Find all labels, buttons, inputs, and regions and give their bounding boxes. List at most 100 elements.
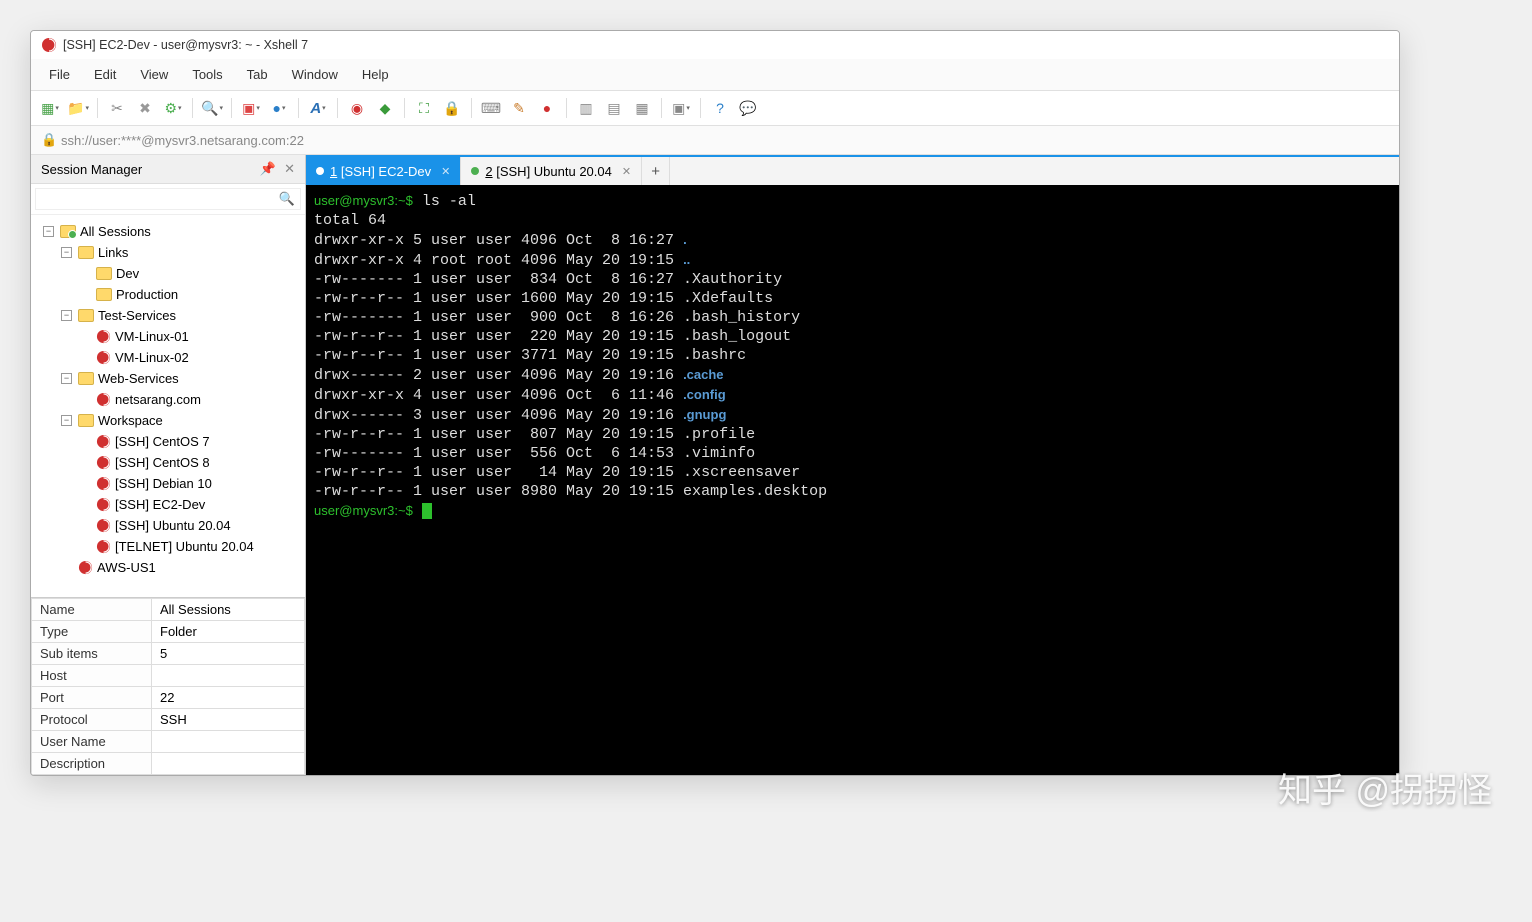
xftp-icon[interactable]: ◆: [374, 97, 396, 119]
tree-session[interactable]: [SSH] Debian 10: [77, 473, 301, 494]
help-icon[interactable]: ?: [709, 97, 731, 119]
menu-view[interactable]: View: [130, 63, 178, 86]
toolbar: ▦▾ 📁▾ ✂ ✖ ⚙▾ 🔍▾ ▣▾ ●▾ A▾ ◉ ◆ ⛶ 🔒 ⌨ ✎ ● ▥ ▤ ▦ ▣▾? 💬: [31, 91, 1399, 126]
tab-label: 1 [SSH] EC2-Dev: [330, 164, 431, 179]
cascade-icon[interactable]: ▦: [631, 97, 653, 119]
close-tab-icon[interactable]: ✕: [622, 165, 631, 178]
tree-folder[interactable]: Production: [77, 284, 301, 305]
tree-session[interactable]: AWS-US1: [59, 557, 301, 578]
session-icon: [96, 329, 111, 344]
tree-session[interactable]: netsarang.com: [77, 389, 301, 410]
tree-folder[interactable]: − Links: [59, 242, 301, 263]
prop-value: 5: [152, 643, 305, 665]
titlebar[interactable]: [SSH] EC2-Dev - user@mysvr3: ~ - Xshell …: [31, 31, 1399, 59]
session-tab[interactable]: 1 [SSH] EC2-Dev ✕: [306, 157, 461, 185]
toolbar-separator: [661, 98, 662, 118]
disconnect-icon[interactable]: ✖: [134, 97, 156, 119]
gear-icon[interactable]: ⚙▾: [162, 97, 184, 119]
server-icon[interactable]: ▣▾: [240, 97, 262, 119]
font-icon[interactable]: A▾: [307, 97, 329, 119]
open-folder-icon[interactable]: 📁▾: [67, 97, 89, 119]
collapse-icon[interactable]: −: [61, 247, 72, 258]
tree-folder[interactable]: Dev: [77, 263, 301, 284]
keyboard-icon[interactable]: ⌨: [480, 97, 502, 119]
tile-h-icon[interactable]: ▥: [575, 97, 597, 119]
tree-label: netsarang.com: [115, 389, 201, 410]
tree-label: Web-Services: [98, 368, 179, 389]
session-tab[interactable]: 2 [SSH] Ubuntu 20.04✕: [461, 157, 642, 185]
menu-edit[interactable]: Edit: [84, 63, 126, 86]
prop-key: Host: [32, 665, 152, 687]
folder-icon: [78, 309, 94, 322]
tree-folder[interactable]: − Web-Services: [59, 368, 301, 389]
close-tab-icon[interactable]: ✕: [441, 165, 450, 178]
tree-session[interactable]: [SSH] Ubuntu 20.04: [77, 515, 301, 536]
address-text: ssh://user:****@mysvr3.netsarang.com:22: [61, 133, 304, 148]
link-icon[interactable]: ✂: [106, 97, 128, 119]
prop-value: 22: [152, 687, 305, 709]
prop-key: Sub items: [32, 643, 152, 665]
tree-label: Test-Services: [98, 305, 176, 326]
toolbar-separator: [471, 98, 472, 118]
folder-icon: [78, 414, 94, 427]
session-icon: [96, 476, 111, 491]
menu-help[interactable]: Help: [352, 63, 399, 86]
add-tab-button[interactable]: +: [642, 157, 670, 185]
tree-label: [SSH] Debian 10: [115, 473, 212, 494]
tree-session[interactable]: VM-Linux-01: [77, 326, 301, 347]
close-panel-icon[interactable]: ✕: [284, 161, 295, 177]
menu-file[interactable]: File: [39, 63, 80, 86]
session-icon: [96, 350, 111, 365]
session-icon: [96, 455, 111, 470]
tree-label: [SSH] Ubuntu 20.04: [115, 515, 231, 536]
search-input[interactable]: [35, 188, 301, 210]
arrange-icon[interactable]: ▣▾: [670, 97, 692, 119]
prop-key: Port: [32, 687, 152, 709]
tab-bar: 1 [SSH] EC2-Dev✕2 [SSH] Ubuntu 20.04✕+: [306, 157, 1399, 185]
menu-tools[interactable]: Tools: [182, 63, 232, 86]
lock-icon[interactable]: 🔒: [441, 97, 463, 119]
feedback-icon[interactable]: 💬: [737, 97, 759, 119]
fullscreen-icon[interactable]: ⛶: [413, 97, 435, 119]
tree-session[interactable]: [SSH] CentOS 8: [77, 452, 301, 473]
record-icon[interactable]: ●: [536, 97, 558, 119]
toolbar-separator: [192, 98, 193, 118]
collapse-icon[interactable]: −: [43, 226, 54, 237]
collapse-icon[interactable]: −: [61, 415, 72, 426]
tree-session[interactable]: [SSH] EC2-Dev: [77, 494, 301, 515]
highlighter-icon[interactable]: ✎: [508, 97, 530, 119]
folder-icon: [96, 267, 112, 280]
tree-label: All Sessions: [80, 221, 151, 242]
status-dot-icon: [316, 167, 324, 175]
tree-session[interactable]: VM-Linux-02: [77, 347, 301, 368]
tile-v-icon[interactable]: ▤: [603, 97, 625, 119]
right-pane: 1 [SSH] EC2-Dev✕2 [SSH] Ubuntu 20.04✕+ u…: [306, 155, 1399, 775]
terminal-output[interactable]: user@mysvr3:~$ ls -al total 64 drwxr-xr-…: [306, 185, 1399, 775]
prop-key: Type: [32, 621, 152, 643]
menu-window[interactable]: Window: [282, 63, 348, 86]
app-icon: [41, 37, 57, 53]
tree-session[interactable]: [SSH] CentOS 7: [77, 431, 301, 452]
address-bar[interactable]: 🔒 ssh://user:****@mysvr3.netsarang.com:2…: [31, 126, 1399, 155]
tree-root-node[interactable]: − All Sessions: [41, 221, 301, 242]
lock-icon: 🔒: [41, 132, 55, 148]
search-icon: 🔍: [279, 191, 295, 207]
tree-label: Links: [98, 242, 128, 263]
session-manager-panel: Session Manager 📌 ✕ 🔍 −All Sessions−Link…: [31, 155, 306, 775]
collapse-icon[interactable]: −: [61, 373, 72, 384]
prop-value: [152, 753, 305, 775]
globe-icon[interactable]: ●▾: [268, 97, 290, 119]
folder-icon: [78, 246, 94, 259]
collapse-icon[interactable]: −: [61, 310, 72, 321]
tree-label: VM-Linux-01: [115, 326, 189, 347]
tree-session[interactable]: [TELNET] Ubuntu 20.04: [77, 536, 301, 557]
menu-tab[interactable]: Tab: [237, 63, 278, 86]
tree-folder[interactable]: −Workspace: [59, 410, 301, 431]
prop-value: All Sessions: [152, 599, 305, 621]
search-icon[interactable]: 🔍▾: [201, 97, 223, 119]
app-icon[interactable]: ◉: [346, 97, 368, 119]
tree-label: AWS-US1: [97, 557, 156, 578]
tree-folder[interactable]: − Test-Services: [59, 305, 301, 326]
new-session-icon[interactable]: ▦▾: [39, 97, 61, 119]
pin-icon[interactable]: 📌: [260, 161, 276, 177]
